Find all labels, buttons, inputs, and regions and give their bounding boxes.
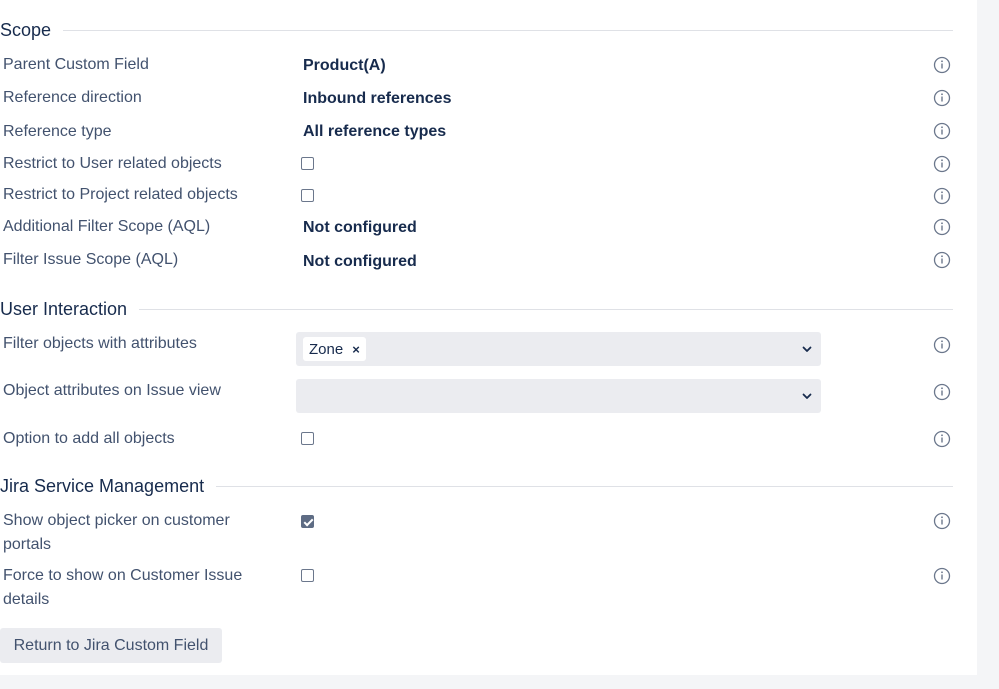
config-panel: Scope Parent Custom Field Product(A) Ref… [0,0,977,675]
customer-issue-details-checkbox[interactable] [301,569,314,582]
reference-type-value: All reference types [303,123,447,140]
section-title-user-interaction: User Interaction [0,298,128,319]
info-circle-icon[interactable] [933,122,951,140]
chevron-down-icon[interactable] [801,390,813,402]
add-all-objects-checkbox[interactable] [301,432,314,445]
section-user-interaction: User Interaction [0,298,953,320]
filter-attributes-label: Filter objects with attributes [3,335,197,352]
customer-portals-label-line1: Show object picker on customer [3,512,230,529]
info-circle-icon[interactable] [933,567,951,585]
reference-direction-value: Inbound references [303,90,452,107]
info-circle-icon[interactable] [933,251,951,269]
parent-custom-field-label: Parent Custom Field [3,56,149,73]
section-title-jsm: Jira Service Management [0,475,205,496]
info-circle-icon[interactable] [933,512,951,530]
section-divider [216,485,953,487]
info-circle-icon[interactable] [933,218,951,236]
additional-filter-label: Additional Filter Scope (AQL) [3,218,211,235]
additional-filter-value: Not configured [303,219,417,236]
restrict-project-label: Restrict to Project related objects [3,186,238,203]
issue-view-attributes-select[interactable] [296,379,821,413]
section-divider [139,308,953,310]
customer-issue-details-label: Force to show on Customer Issue details [3,564,273,612]
restrict-project-checkbox[interactable] [301,189,314,202]
section-jsm: Jira Service Management [0,475,953,497]
zone-tag-label: Zone [309,340,344,358]
info-circle-icon[interactable] [933,56,951,74]
info-circle-icon[interactable] [933,89,951,107]
restrict-user-label: Restrict to User related objects [3,155,222,172]
info-circle-icon[interactable] [933,383,951,401]
customer-portals-label: Show object picker on customer portals [3,509,273,557]
info-circle-icon[interactable] [933,155,951,173]
customer-issue-details-label-line1: Force to show on Customer Issue [3,567,243,584]
customer-issue-details-label-line2: details [3,591,50,608]
reference-direction-label: Reference direction [3,89,142,106]
info-circle-icon[interactable] [933,187,951,205]
info-circle-icon[interactable] [933,430,951,448]
remove-tag-icon[interactable]: × [352,342,360,357]
section-title-scope: Scope [0,19,52,40]
filter-issue-scope-value: Not configured [303,253,417,270]
section-divider [63,29,953,31]
add-all-objects-label: Option to add all objects [3,430,175,447]
customer-portals-label-line2: portals [3,536,52,553]
return-to-custom-field-button[interactable]: Return to Jira Custom Field [0,628,222,663]
section-scope: Scope [0,19,953,41]
reference-type-label: Reference type [3,123,112,140]
filter-issue-scope-label: Filter Issue Scope (AQL) [3,251,179,268]
restrict-user-checkbox[interactable] [301,157,314,170]
zone-tag: Zone × [303,337,366,361]
parent-custom-field-value: Product(A) [303,57,386,74]
chevron-down-icon[interactable] [801,343,813,355]
filter-attributes-select[interactable]: Zone × [296,332,821,366]
issue-view-attributes-label: Object attributes on Issue view [3,382,221,399]
customer-portals-checkbox[interactable] [301,515,314,528]
info-circle-icon[interactable] [933,336,951,354]
